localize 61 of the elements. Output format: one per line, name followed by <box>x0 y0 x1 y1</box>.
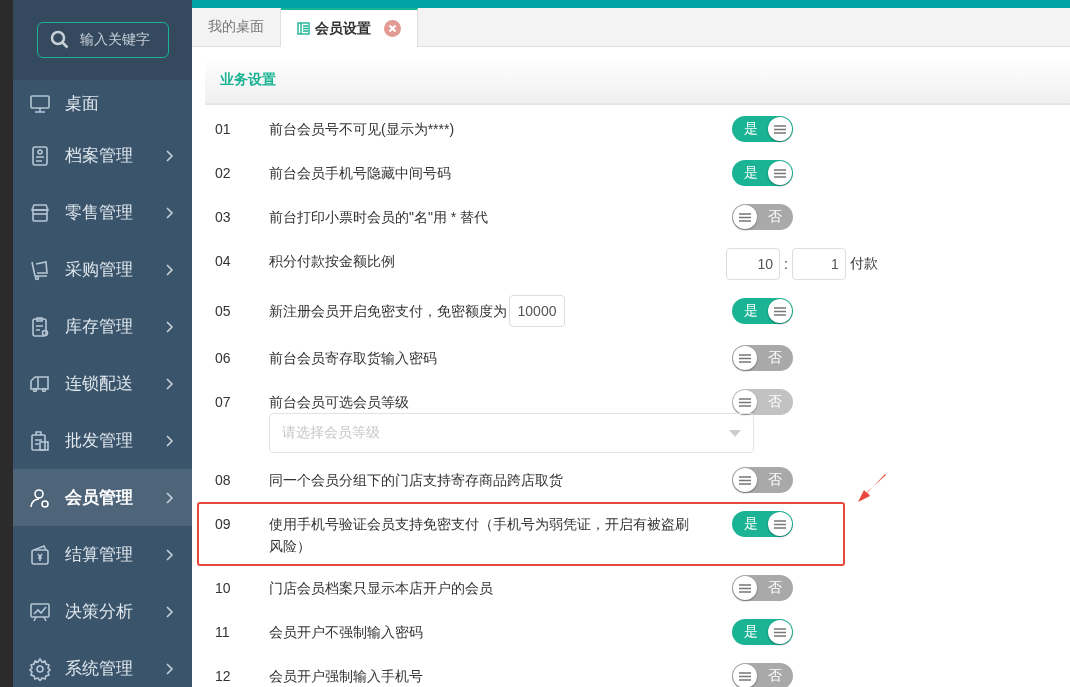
sidebar-item[interactable]: 零售管理 <box>13 184 192 241</box>
grip-lines-icon <box>739 212 751 222</box>
wallet-icon <box>28 542 52 567</box>
setting-label: 会员开户不强制输入密码 <box>269 623 424 642</box>
grip-lines-icon <box>739 397 751 407</box>
sidebar-item[interactable]: 档案管理 <box>13 127 192 184</box>
sidebar-item[interactable]: 库存管理 <box>13 298 192 355</box>
sidebar-item[interactable]: 采购管理 <box>13 241 192 298</box>
row-number: 07 <box>215 393 232 412</box>
setting-label: 门店会员档案只显示本店开户的会员 <box>269 579 494 598</box>
setting-label: 使用手机号验证会员支持免密支付（手机号为弱凭证，开启有被盗刷风险） <box>269 515 690 556</box>
setting-label: 会员开户强制输入手机号 <box>269 667 424 686</box>
dropdown-caret-icon <box>729 429 741 437</box>
setting-label: 新注册会员开启免密支付，免密额度为 10000 <box>269 293 732 327</box>
grip-lines-icon <box>774 168 786 178</box>
grip-lines-icon <box>739 671 751 681</box>
setting-label: 前台打印小票时会员的"名"用 * 替代 <box>269 208 490 227</box>
sidebar-item[interactable]: 连锁配送 <box>13 355 192 412</box>
grip-lines-icon <box>774 627 786 637</box>
sidebar-item[interactable]: 桌面 <box>13 80 192 127</box>
search-field[interactable]: 输入关键字 <box>36 22 169 58</box>
row-number: 10 <box>215 579 232 598</box>
row-number: 11 <box>215 623 231 642</box>
setting-label: 前台会员寄存取货输入密码 <box>269 349 438 368</box>
grip-lines-icon <box>739 475 751 485</box>
search-icon <box>49 30 70 50</box>
grip-lines-icon <box>774 519 786 529</box>
sidebar-item[interactable]: 结算管理 <box>13 526 192 583</box>
arrow-annotation <box>858 474 887 503</box>
grip-lines-icon <box>739 583 751 593</box>
row-number: 08 <box>215 471 232 490</box>
row-number: 05 <box>215 302 232 321</box>
row-number: 09 <box>215 515 232 534</box>
grip-lines-icon <box>774 124 786 134</box>
ratio-field[interactable]: 10 <box>726 248 780 280</box>
row-number: 06 <box>215 349 232 368</box>
row-number: 02 <box>215 164 232 183</box>
suffix-label: 付款 <box>849 255 878 273</box>
row-number: 01 <box>215 120 232 139</box>
sidebar-item[interactable]: 批发管理 <box>13 412 192 469</box>
sidebar-item[interactable]: 系统管理 <box>13 640 192 687</box>
ratio-field[interactable]: 1 <box>791 248 846 280</box>
setting-label: 同一个会员分组下的门店支持寄存商品跨店取货 <box>269 471 564 490</box>
grip-lines-icon <box>739 353 751 363</box>
list-icon <box>297 22 310 35</box>
close-icon[interactable] <box>384 20 401 37</box>
setting-label: 前台会员可选会员等级 <box>269 393 410 412</box>
briefcase-icon <box>28 428 52 453</box>
row-number: 03 <box>215 208 232 227</box>
setting-label: 积分付款按金额比例 <box>269 252 396 271</box>
setting-label: 前台会员手机号隐藏中间号码 <box>269 164 452 183</box>
row-number: 04 <box>215 252 232 271</box>
amount-field[interactable]: 10000 <box>509 295 565 327</box>
row-number: 12 <box>215 667 232 686</box>
sidebar-item[interactable]: 决策分析 <box>13 583 192 640</box>
setting-label: 前台会员号不可见(显示为****) <box>269 120 456 139</box>
tab[interactable]: 会员设置 <box>281 8 418 47</box>
sidebar-item[interactable]: 会员管理 <box>13 469 192 526</box>
ratio-separator: : <box>784 256 788 272</box>
grip-lines-icon <box>774 306 786 316</box>
gear-icon <box>28 656 52 681</box>
